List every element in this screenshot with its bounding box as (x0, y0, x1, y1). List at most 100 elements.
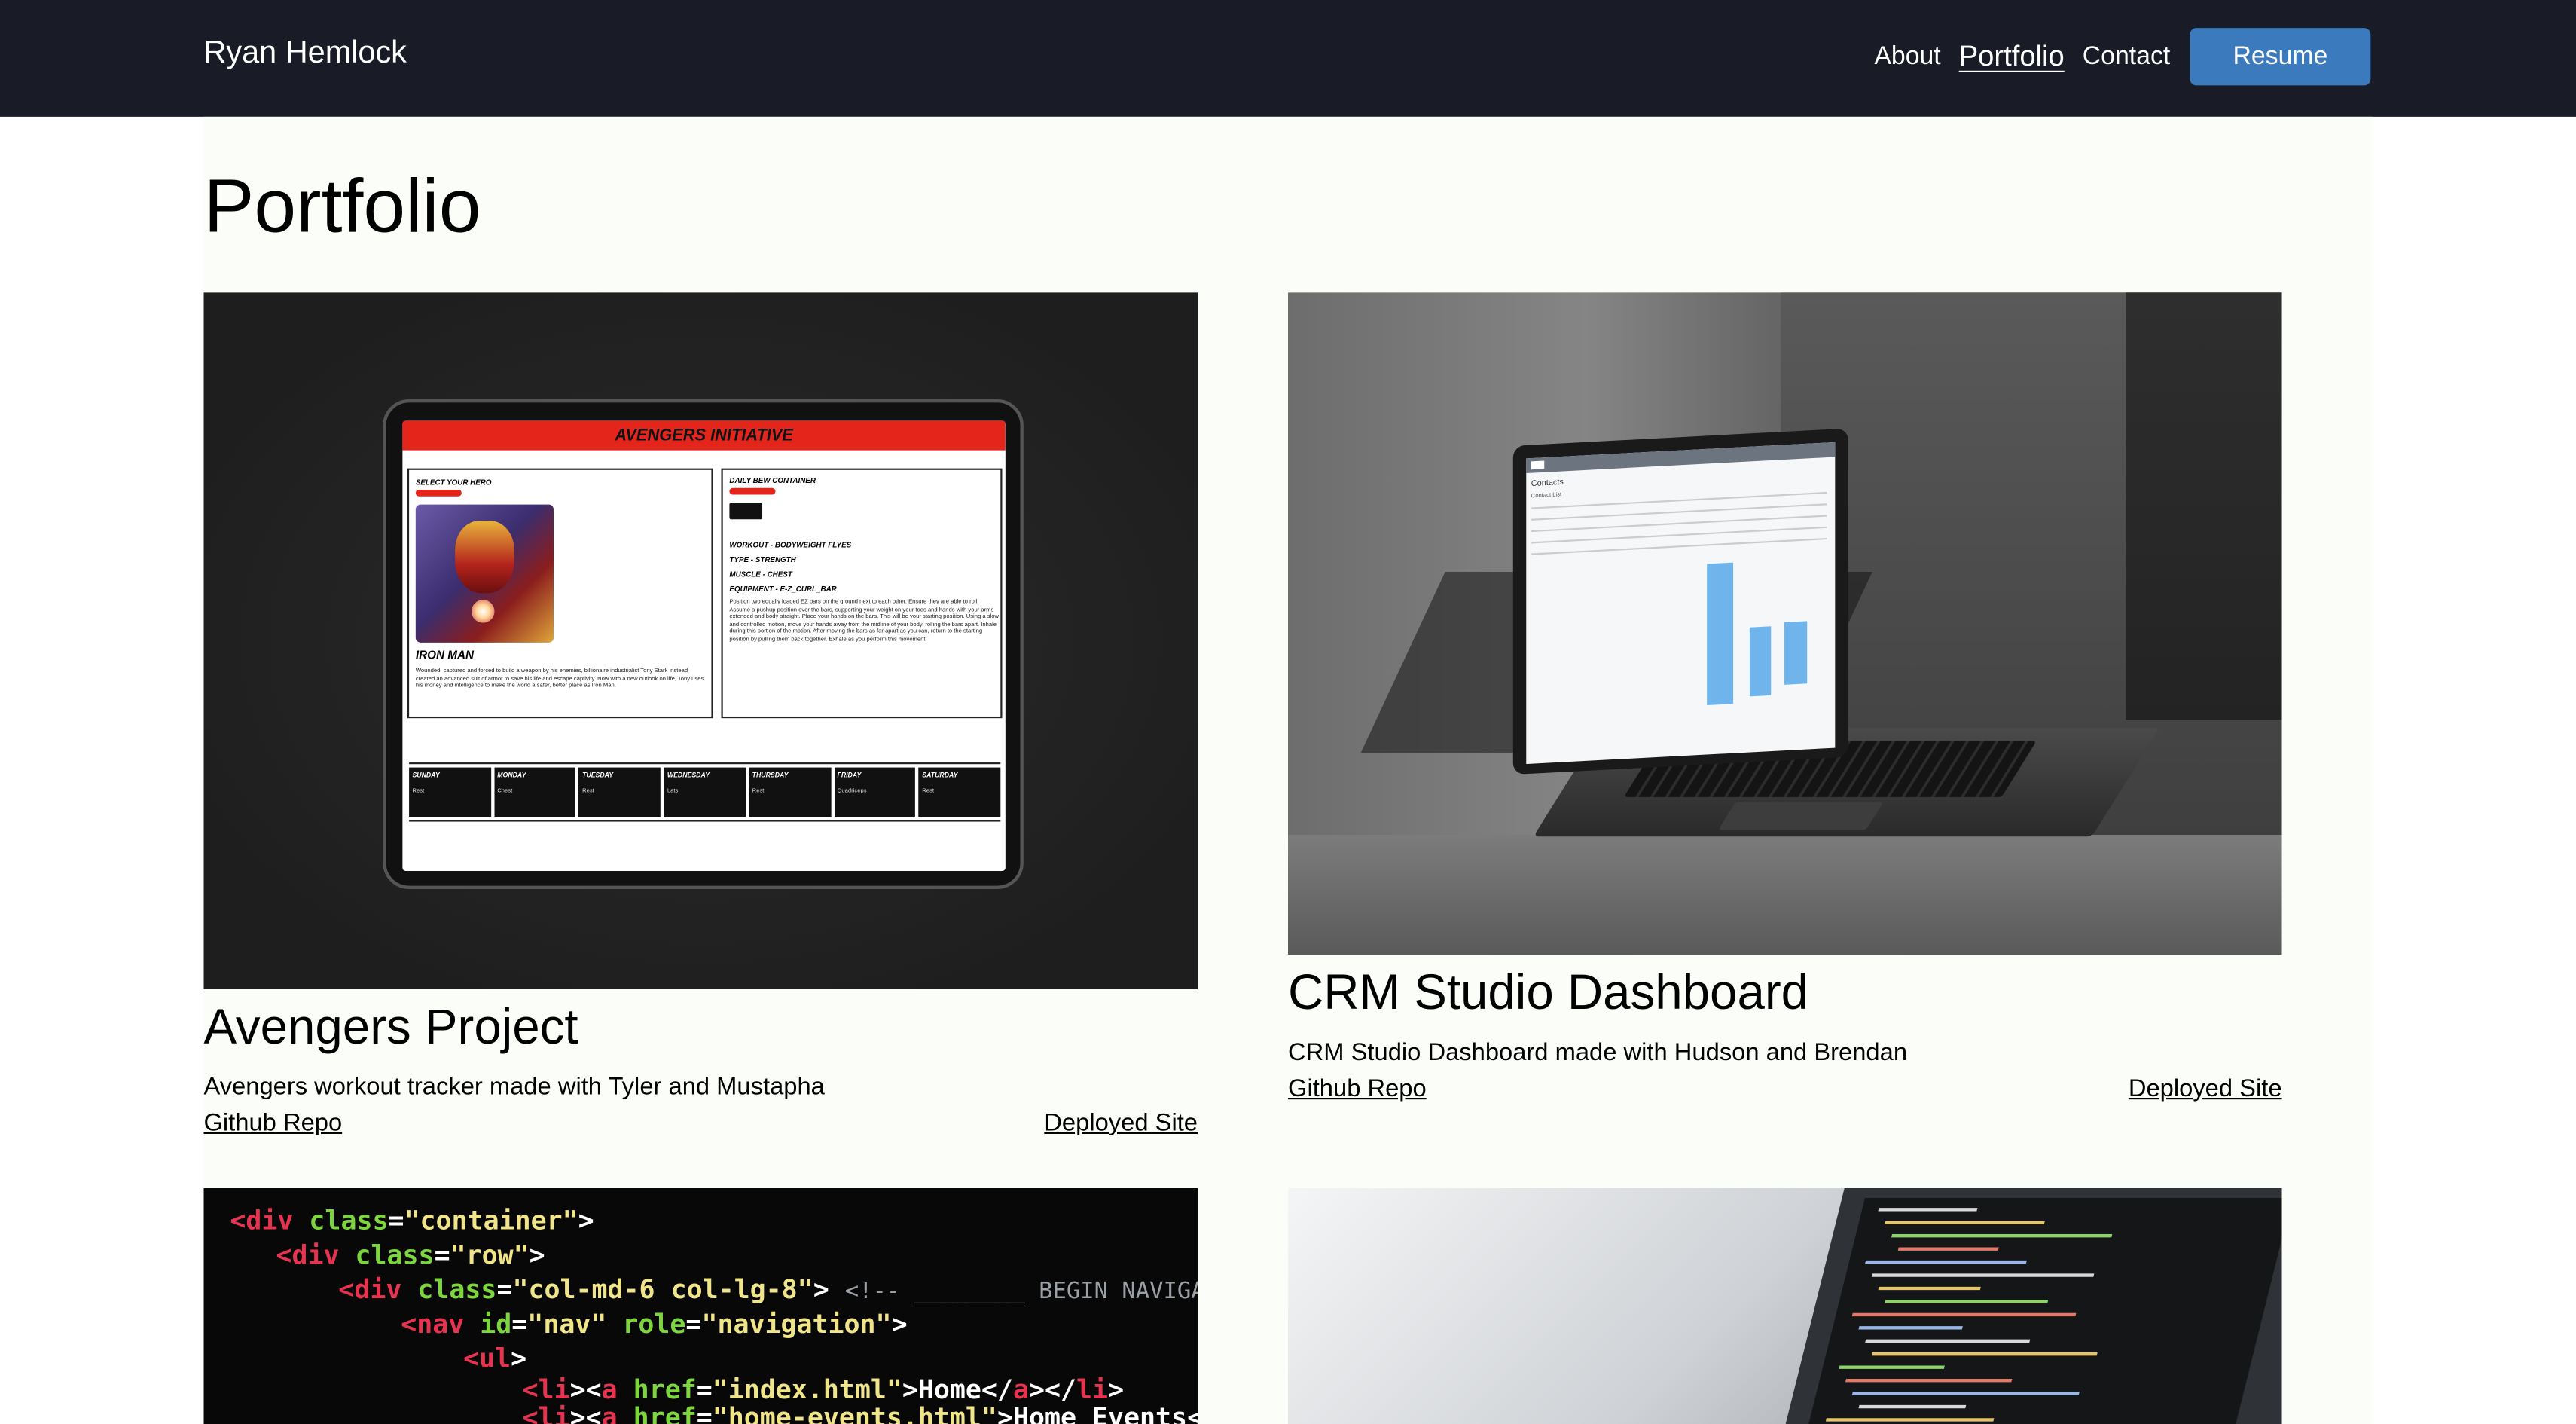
concrete-ledge (1287, 835, 2282, 955)
deployed-site-link[interactable]: Deployed Site (2129, 1074, 2282, 1102)
day-name: MONDAY (497, 770, 526, 779)
day-name: THURSDAY (752, 770, 789, 779)
code-token: <!-- ________ BEGIN NAVIGATION (844, 1278, 1198, 1305)
code-stroke (1871, 1273, 2095, 1277)
code-line: <nav id="nav" role="navigation"> (401, 1308, 907, 1339)
code-token: ></ (1028, 1374, 1077, 1405)
workout-panel: DAILY BEW CONTAINER WORKOUT - BODYWEIGHT… (721, 468, 1003, 719)
day-tuesday[interactable]: TUESDAY Rest (578, 767, 661, 817)
day-saturday[interactable]: SATURDAY Rest (918, 767, 1001, 817)
day-name: SATURDAY (922, 770, 958, 779)
code-token: class (309, 1204, 389, 1236)
code-token: > (813, 1273, 845, 1305)
workout-button[interactable] (729, 503, 763, 520)
crm-dashboard-screen: Contacts Contact List (1526, 442, 1836, 765)
code-token: role (622, 1308, 686, 1340)
project-image-code[interactable]: <div class="container"> <div class="row">… (203, 1187, 1198, 1424)
weekly-schedule: SUNDAY Rest MONDAY Chest TUESDAY Rest WEDNE… (409, 762, 1001, 822)
code-token: = (434, 1239, 450, 1271)
code-line: <li><a href="index.html">Home</a></li> (523, 1374, 1124, 1404)
day-friday[interactable]: FRIDAY Quadriceps (834, 767, 916, 817)
project-card-desk (1287, 1187, 2282, 1424)
code-token: a (601, 1401, 633, 1424)
code-token: a (1012, 1374, 1029, 1405)
code-stroke (1865, 1339, 2031, 1343)
code-token: "col-md-6 col-lg-8" (512, 1273, 813, 1305)
day-thursday[interactable]: THURSDAY Rest (749, 767, 831, 817)
code-token: > (511, 1342, 527, 1374)
code-line: <div class="container"> (230, 1205, 594, 1236)
day-wednesday[interactable]: WEDNESDAY Lats (664, 767, 746, 817)
day-value: Rest (922, 787, 935, 794)
code-token: <nav (401, 1308, 481, 1340)
code-stroke (1858, 1326, 1963, 1330)
github-repo-link[interactable]: Github Repo (203, 1109, 342, 1137)
day-value: Quadriceps (837, 787, 867, 794)
chart-bar (1784, 621, 1808, 685)
code-token: > (529, 1239, 545, 1271)
day-value: Rest (412, 787, 425, 794)
day-value: Lats (667, 787, 679, 794)
workout-line: WORKOUT - BODYWEIGHT FLYES (729, 540, 852, 549)
code-token: = (388, 1204, 404, 1236)
deployed-site-link[interactable]: Deployed Site (1044, 1109, 1198, 1137)
nav-contact-link[interactable]: Contact (2083, 42, 2171, 72)
workout-line: MUSCLE - CHEST (729, 570, 792, 579)
project-links: Github Repo Deployed Site (1288, 1074, 2282, 1102)
day-name: SUNDAY (412, 770, 440, 779)
hero-name: IRON MAN (415, 650, 475, 662)
project-image-crm[interactable]: Contacts Contact List (1287, 292, 2282, 955)
code-stroke (1897, 1247, 1999, 1251)
project-title: CRM Studio Dashboard (1287, 966, 1809, 1021)
code-token: <div (338, 1273, 418, 1305)
hero-dropdown[interactable] (415, 489, 462, 497)
code-token: > (1108, 1374, 1125, 1405)
avengers-header: AVENGERS INITIATIVE (402, 420, 1006, 451)
code-token: = (496, 1273, 513, 1305)
project-description: Avengers workout tracker made with Tyler… (203, 1073, 825, 1102)
project-title: Avengers Project (203, 1001, 578, 1056)
resume-button[interactable]: Resume (2190, 28, 2371, 86)
portfolio-container: Portfolio AVENGERS INITIATIVE SELECT YOU… (203, 116, 2373, 1424)
code-token: <div (276, 1239, 356, 1271)
day-sunday[interactable]: SUNDAY Rest (409, 767, 491, 817)
code-stroke (1891, 1234, 2113, 1238)
daily-label: DAILY BEW CONTAINER (729, 476, 816, 485)
code-stroke (1851, 1392, 2080, 1395)
code-token: "index.html" (712, 1374, 902, 1405)
project-image-avengers[interactable]: AVENGERS INITIATIVE SELECT YOUR HERO IRO… (203, 292, 1198, 990)
code-token: >< (569, 1401, 602, 1424)
dashboard-header-bar (1526, 442, 1836, 474)
top-navbar: Ryan Hemlock About Portfolio Contact Res… (0, 0, 2576, 117)
project-description: CRM Studio Dashboard made with Hudson an… (1287, 1038, 1908, 1067)
workout-instructions: Position two equally loaded EZ bars on t… (729, 597, 1000, 643)
nav-links: About Portfolio Contact Resume (1856, 28, 2371, 86)
nav-about-link[interactable]: About (1874, 42, 1940, 72)
code-line: <ul> (463, 1343, 526, 1374)
github-repo-link[interactable]: Github Repo (1288, 1074, 1427, 1102)
code-token: id (480, 1308, 512, 1340)
iron-man-image (415, 504, 554, 643)
code-token: a (601, 1374, 633, 1405)
day-value: Chest (497, 787, 513, 794)
day-monday[interactable]: MONDAY Chest (493, 767, 576, 817)
workout-line: TYPE - STRENGTH (729, 555, 796, 564)
project-image-desk[interactable] (1287, 1187, 2282, 1424)
code-stroke (1851, 1312, 2077, 1317)
day-name: FRIDAY (837, 770, 862, 779)
page-title: Portfolio (203, 162, 481, 249)
code-token: href (633, 1401, 697, 1424)
code-token: class (417, 1273, 497, 1305)
nav-portfolio-link[interactable]: Portfolio (1959, 39, 2065, 74)
day-value: Rest (582, 787, 594, 794)
workout-line: EQUIPMENT - E-Z_CURL_BAR (729, 585, 837, 594)
hero-panel: SELECT YOUR HERO IRON MAN Wounded, captu… (407, 468, 713, 719)
brand-link[interactable]: Ryan Hemlock (203, 36, 406, 72)
helmet-shape (455, 521, 514, 594)
select-hero-label: SELECT YOUR HERO (415, 478, 492, 487)
workout-dropdown[interactable] (729, 487, 776, 495)
code-stroke (1885, 1221, 2045, 1224)
project-card-code: <div class="container"> <div class="row">… (203, 1187, 1198, 1424)
code-stroke (1885, 1300, 2049, 1303)
dashboard-tab (1531, 460, 1545, 470)
